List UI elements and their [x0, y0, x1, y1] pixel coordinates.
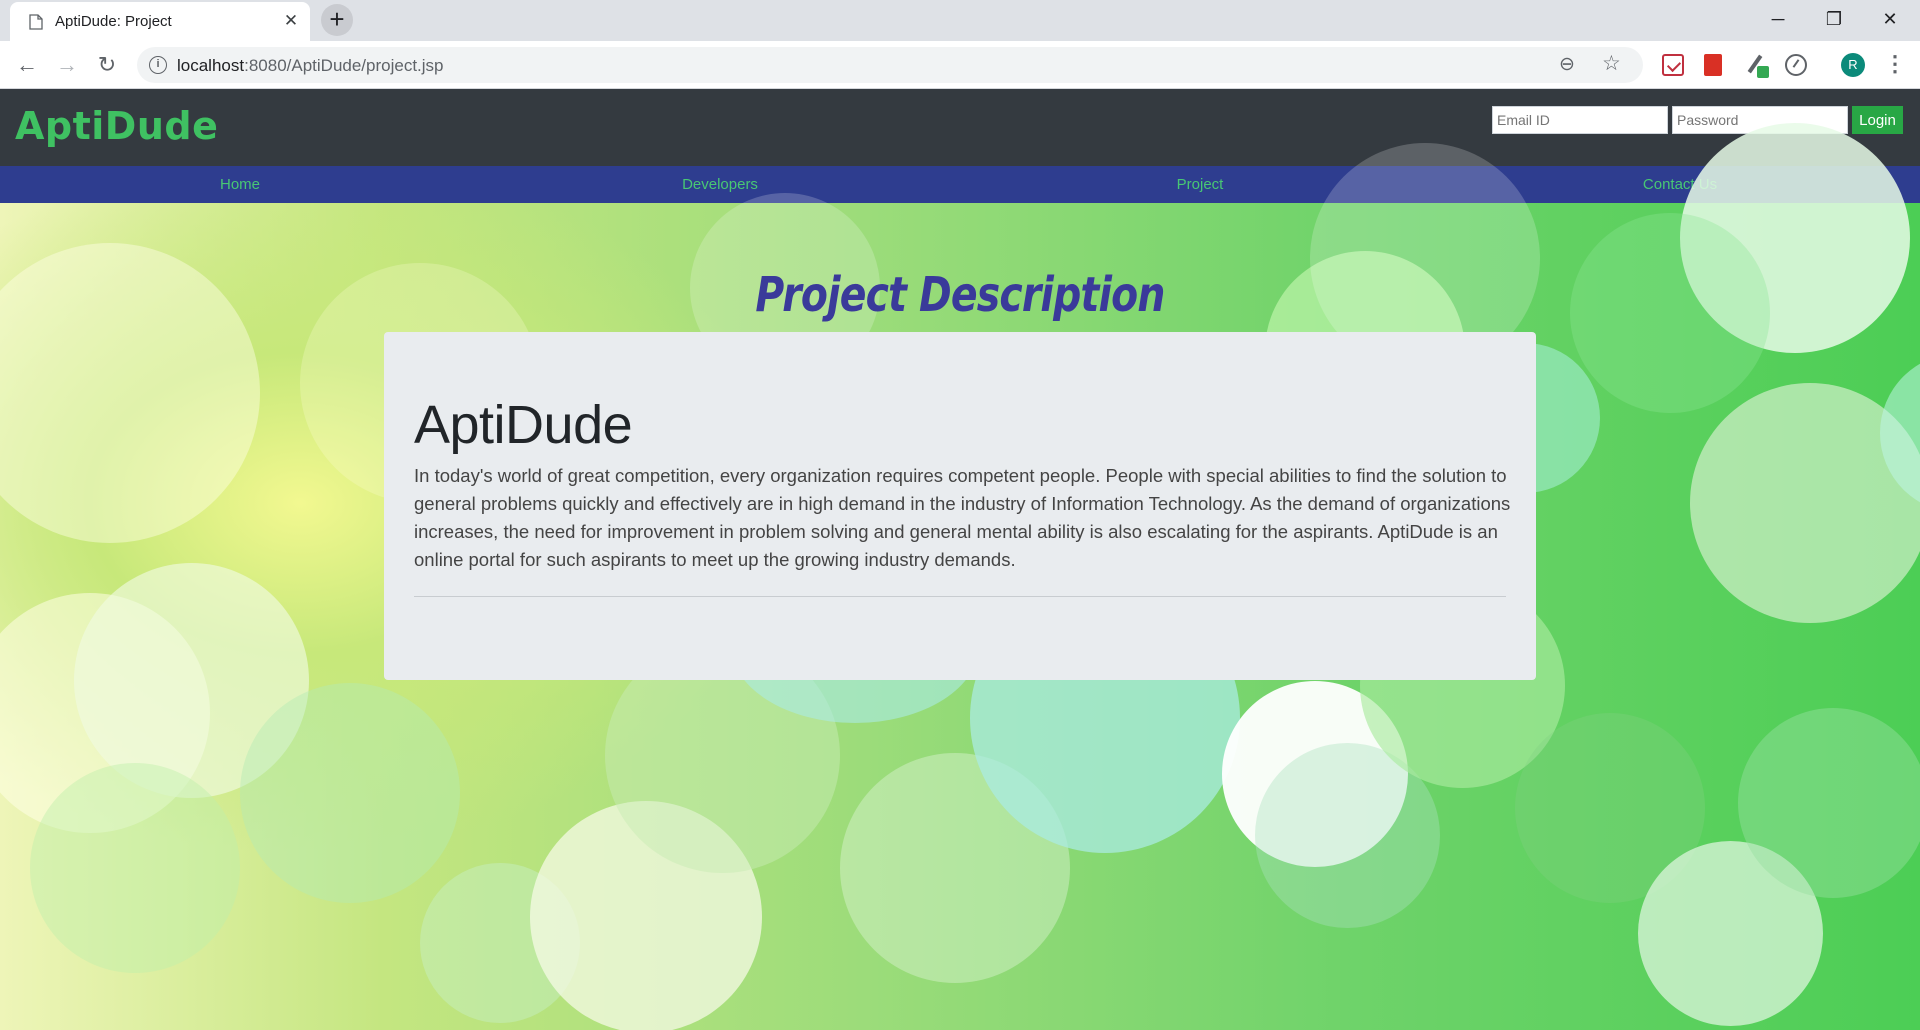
nav-item-developers[interactable]: Developers [480, 166, 960, 203]
browser-tab-strip: AptiDude: Project ✕ + ─ ❐ ✕ [0, 0, 1920, 41]
reload-icon[interactable]: ↻ [91, 49, 123, 81]
restore-window-button[interactable]: ❐ [1806, 0, 1862, 38]
card-title: AptiDude [414, 395, 633, 455]
bookmark-star-icon[interactable]: ☆ [1602, 51, 1621, 76]
address-bar[interactable]: i localhost:8080/AptiDude/project.jsp ⊖ … [137, 47, 1643, 83]
new-tab-button[interactable]: + [321, 4, 353, 36]
forward-arrow-icon[interactable]: → [51, 49, 83, 81]
bookmark-extension-icon[interactable] [1704, 54, 1722, 76]
bokeh-bubble [30, 763, 240, 973]
bokeh-bubble [240, 683, 460, 903]
card-description: In today's world of great competition, e… [414, 465, 1511, 570]
site-info-icon[interactable]: i [149, 56, 167, 74]
url-path: :8080/AptiDude/project.jsp [244, 56, 444, 75]
browser-menu-icon[interactable]: ⋮ [1884, 51, 1906, 79]
login-button[interactable]: Login [1852, 106, 1903, 134]
color-picker-extension-icon[interactable] [1745, 54, 1769, 78]
url-host: localhost [177, 56, 245, 75]
site-header: AptiDude Login [0, 89, 1920, 166]
browser-toolbar: ← → ↻ i localhost:8080/AptiDude/project.… [0, 41, 1920, 89]
email-field[interactable] [1492, 106, 1668, 134]
minimize-window-button[interactable]: ─ [1750, 0, 1806, 38]
brand-logo[interactable]: AptiDude [15, 104, 218, 148]
project-card: AptiDude In today's world of great compe… [384, 332, 1536, 680]
zoom-icon[interactable]: ⊖ [1559, 53, 1575, 76]
profile-avatar[interactable]: R [1841, 53, 1865, 77]
close-window-button[interactable]: ✕ [1862, 0, 1918, 38]
speed-test-extension-icon[interactable] [1785, 54, 1807, 76]
pocket-extension-icon[interactable] [1662, 54, 1684, 76]
nav-item-home[interactable]: Home [0, 166, 480, 203]
bokeh-bubble [1738, 708, 1920, 898]
back-arrow-icon[interactable]: ← [11, 49, 43, 81]
section-title: Project Description [755, 267, 1165, 323]
browser-tab[interactable]: AptiDude: Project ✕ [10, 2, 310, 41]
tab-title: AptiDude: Project [55, 13, 172, 30]
site-nav: Home Developers Project Contact Us [0, 166, 1920, 203]
url-text[interactable]: localhost:8080/AptiDude/project.jsp [177, 56, 444, 76]
page-icon [29, 14, 43, 30]
card-divider [414, 596, 1506, 597]
page-viewport: AptiDude Login Home Developers Project C… [0, 89, 1920, 1030]
close-tab-icon[interactable]: ✕ [280, 10, 302, 32]
